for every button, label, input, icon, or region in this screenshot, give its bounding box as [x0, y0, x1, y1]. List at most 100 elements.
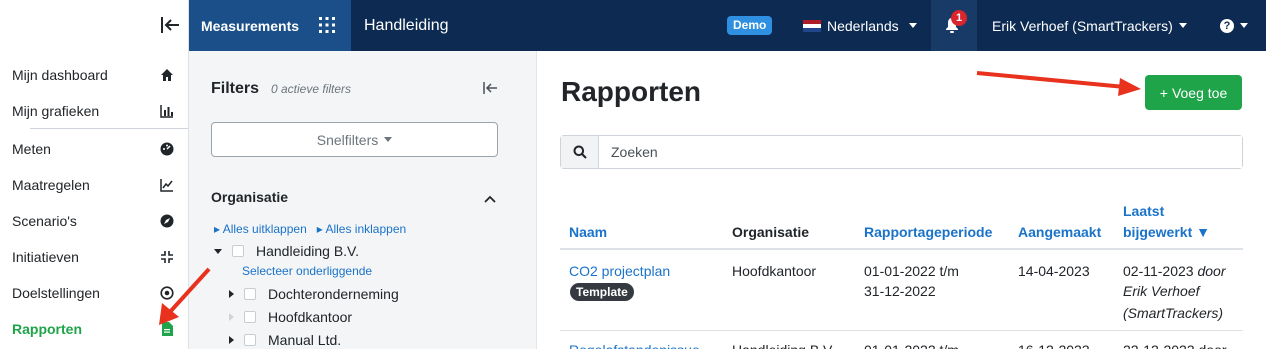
user-name: Erik Verhoef (SmartTrackers) [992, 17, 1173, 34]
tree-node: Hoofdkantoor [229, 307, 352, 327]
target-icon [159, 285, 175, 301]
table-row-divider [560, 330, 1243, 331]
table-header-divider [560, 248, 1243, 250]
sidebar-item-label: Initiatieven [12, 249, 79, 265]
tree-node: Dochteronderneming [229, 284, 399, 304]
gauge-icon [159, 141, 175, 157]
add-button-label: Voeg toe [1171, 84, 1228, 101]
expand-toggle-icon[interactable] [229, 290, 234, 298]
sidebar-item-reports[interactable]: Rapporten [0, 311, 189, 347]
sidebar-item-label: Maatregelen [12, 177, 90, 193]
row-created: 14-04-2023 [1018, 263, 1090, 279]
row-period-line2: 31-12-2022 [864, 283, 936, 299]
column-header-name[interactable]: Naam [569, 224, 607, 240]
sidebar-item-measure[interactable]: Meten [0, 131, 189, 167]
report-name-link[interactable]: Regelafstandenissue [569, 340, 700, 349]
filter-panel: Filters 0 actieve filters Snelfilters Or… [189, 51, 537, 349]
row-updated-by-line1: Erik Verhoef [1123, 283, 1200, 299]
sidebar-collapse-icon[interactable] [159, 14, 181, 36]
sidebar-item-label: Doelstellingen [12, 285, 100, 301]
sidebar: Mijn dashboard Mijn grafieken Meten Maat… [0, 0, 189, 349]
apps-grid-icon [319, 17, 335, 36]
sidebar-divider [30, 128, 188, 129]
row-organisation: Hoofdkantoor [732, 263, 817, 279]
quick-filters-button[interactable]: Snelfilters [211, 122, 498, 157]
page-title: Rapporten [561, 76, 701, 107]
dutch-flag-icon [803, 19, 821, 32]
language-label: Nederlands [827, 17, 899, 34]
chevron-down-icon [908, 23, 917, 28]
search-input[interactable] [599, 136, 1242, 168]
tree-checkbox[interactable] [232, 245, 244, 257]
chevron-up-icon[interactable] [484, 190, 496, 208]
tree-node-label: Manual Ltd. [268, 332, 342, 348]
column-header-updated-line1[interactable]: Laatst [1123, 203, 1164, 219]
collapse-filters-icon[interactable] [482, 81, 498, 100]
notification-count-badge: 1 [951, 10, 967, 26]
tree-actions: ▸ Alles uitklappen ▸ Alles inklappen [214, 222, 406, 236]
home-icon [159, 67, 175, 83]
column-header-updated-line2[interactable]: bijgewerkt ▼ [1123, 224, 1210, 240]
chevron-down-icon [1178, 23, 1187, 28]
help-icon: ? [1220, 18, 1234, 33]
line-chart-icon [159, 177, 175, 193]
top-bar: Measurements Handleiding Demo Nederlands… [189, 0, 1266, 51]
tree-node-label: Hoofdkantoor [268, 309, 353, 325]
tree-node-label: Dochteronderneming [268, 286, 399, 302]
tree-node-label: Handleiding B.V. [256, 243, 360, 259]
report-name-link[interactable]: CO2 projectplan [569, 261, 670, 281]
tree-node-root: Handleiding B.V. [214, 241, 359, 261]
main-content: Rapporten + Voeg toe Naam Organisatie Ra… [538, 51, 1266, 349]
row-updated: 02-11-2023 door [1123, 261, 1226, 281]
active-filters-count: 0 actieve filters [271, 82, 352, 96]
row-created: 16-12-2023 [1018, 340, 1090, 349]
brand-label: Measurements [201, 17, 300, 34]
expand-toggle-icon[interactable] [229, 336, 234, 344]
column-header-created[interactable]: Aangemaakt [1018, 224, 1101, 240]
column-header-period[interactable]: Rapportageperiode [864, 224, 992, 240]
row-organisation: Handleiding B.V. [732, 340, 835, 349]
row-updated-by-line2: (SmartTrackers) [1123, 305, 1224, 321]
tree-checkbox[interactable] [244, 334, 256, 346]
plus-icon: + [1159, 84, 1168, 101]
column-header-organisation: Organisatie [732, 224, 810, 240]
add-report-button[interactable]: + Voeg toe [1145, 75, 1242, 110]
template-badge: Template [570, 283, 634, 301]
filters-title: Filters [211, 80, 260, 97]
sidebar-item-label: Mijn grafieken [12, 103, 100, 119]
demo-badge: Demo [727, 16, 773, 35]
file-icon [159, 321, 175, 337]
row-period-line1: 01-01-2022 t/m [864, 263, 959, 279]
sidebar-item-initiatives[interactable]: Initiatieven [0, 239, 189, 275]
sidebar-item-label: Mijn dashboard [12, 67, 108, 83]
user-menu[interactable]: Erik Verhoef (SmartTrackers) [992, 0, 1187, 51]
tree-node: Manual Ltd. [229, 330, 341, 349]
collapse-all-link[interactable]: ▸ Alles inklappen [317, 222, 406, 236]
notifications-button[interactable]: 1 [931, 0, 977, 51]
bar-chart-icon [159, 103, 175, 119]
sidebar-item-label: Scenario's [12, 213, 77, 229]
quick-filters-label: Snelfilters [316, 131, 379, 148]
tree-checkbox[interactable] [244, 311, 256, 323]
sidebar-item-label: Meten [12, 141, 51, 157]
row-updated-date: 02-11-2023 [1123, 263, 1194, 279]
sidebar-item-charts[interactable]: Mijn grafieken [0, 93, 189, 129]
search-icon [561, 136, 599, 168]
chevron-down-icon [384, 137, 393, 142]
language-selector[interactable]: Nederlands [803, 0, 917, 51]
select-children-link[interactable]: Selecteer onderliggende [242, 264, 372, 278]
sidebar-item-goals[interactable]: Doelstellingen [0, 275, 189, 311]
row-period: 01-01-2022 t/m [864, 340, 959, 349]
row-updated: 22-12-2023 door [1123, 340, 1227, 349]
sidebar-item-measures[interactable]: Maatregelen [0, 167, 189, 203]
help-menu[interactable]: ? [1220, 0, 1248, 51]
chevron-down-icon [1240, 23, 1248, 28]
sidebar-item-scenarios[interactable]: Scenario's [0, 203, 189, 239]
expand-all-link[interactable]: ▸ Alles uitklappen [214, 222, 307, 236]
app-switcher[interactable]: Measurements [189, 0, 351, 51]
search-bar [560, 135, 1243, 169]
sidebar-item-dashboard[interactable]: Mijn dashboard [0, 57, 189, 93]
expand-toggle-icon[interactable] [214, 248, 222, 254]
tree-checkbox[interactable] [244, 288, 256, 300]
page-name: Handleiding [364, 16, 449, 34]
